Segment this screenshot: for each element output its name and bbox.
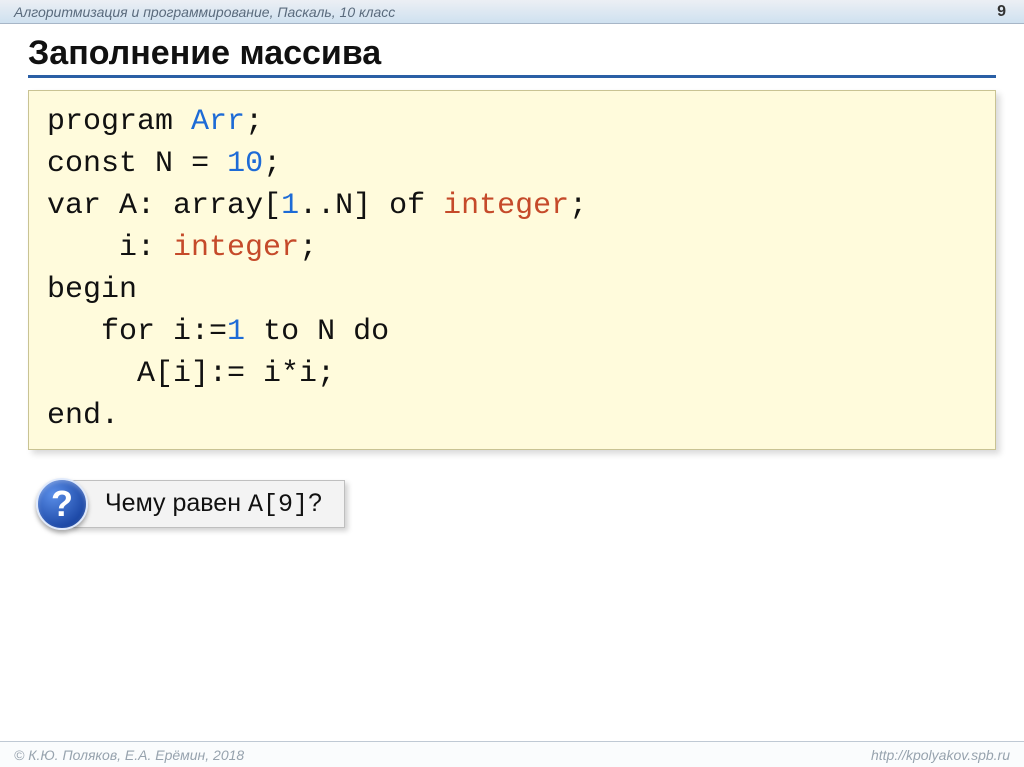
code-block: program Arr; const N = 10; var A: array[… [28,90,996,450]
question-mark-icon: ? [36,478,88,530]
question-box: Чему равен A[9]? [70,480,345,528]
code-line-8: end. [47,399,119,433]
page-title: Заполнение массива [28,34,996,78]
topbar: Алгоритмизация и программирование, Паска… [0,0,1024,24]
footer-url: http://kpolyakov.spb.ru [871,747,1010,763]
question-code: A[9] [248,490,308,519]
question-prefix: Чему равен [105,489,248,517]
slide: Алгоритмизация и программирование, Паска… [0,0,1024,767]
code-line-2: const N = 10; [47,147,281,181]
page-number: 9 [997,3,1010,21]
footer: © К.Ю. Поляков, Е.А. Ерёмин, 2018 http:/… [0,741,1024,767]
code-line-1: program Arr; [47,105,263,139]
question-row: ? Чему равен A[9]? [36,478,1024,530]
code-line-4: i: integer; [47,231,317,265]
code-line-5: begin [47,273,137,307]
code-line-6: for i:=1 to N do [47,315,389,349]
code-line-7: A[i]:= i*i; [47,357,335,391]
breadcrumb: Алгоритмизация и программирование, Паска… [14,4,395,20]
footer-copyright: © К.Ю. Поляков, Е.А. Ерёмин, 2018 [14,747,244,763]
question-suffix: ? [308,489,322,517]
code-line-3: var A: array[1..N] of integer; [47,189,587,223]
